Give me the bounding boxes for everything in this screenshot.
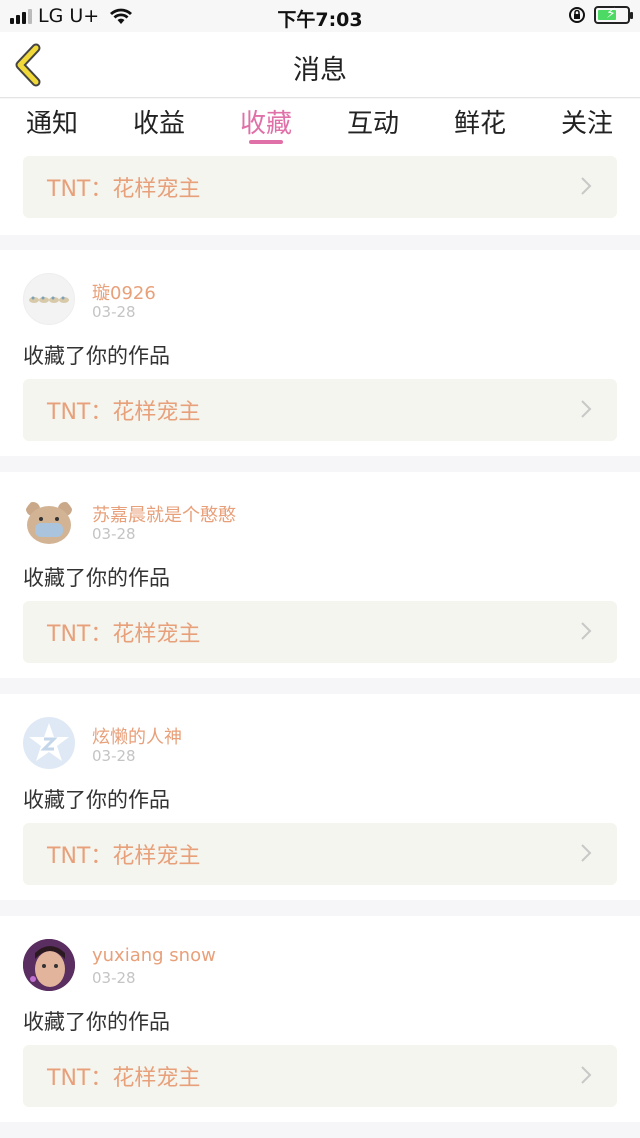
tab-follows[interactable]: 关注 bbox=[542, 103, 632, 140]
status-bar: LG U+ 下午7:03 ⚡ bbox=[0, 0, 640, 32]
username[interactable]: 璇0926 bbox=[92, 279, 156, 305]
work-link[interactable]: TNT：花样宠主 bbox=[23, 156, 617, 218]
date: 03-28 bbox=[92, 969, 136, 987]
work-title: TNT：花样宠主 bbox=[47, 1066, 201, 1091]
work-link[interactable]: TNT：花样宠主 bbox=[23, 601, 617, 663]
rotation-lock-icon bbox=[569, 7, 585, 23]
chevron-right-icon bbox=[581, 400, 592, 418]
list-item: yuxiang snow 03-28 收藏了你的作品 TNT：花样宠主 bbox=[0, 916, 640, 1122]
action-text: 收藏了你的作品 bbox=[23, 788, 170, 812]
page-title: 消息 bbox=[293, 55, 347, 86]
avatar[interactable] bbox=[23, 717, 75, 769]
chevron-right-icon bbox=[581, 1066, 592, 1084]
tab-interactions[interactable]: 互动 bbox=[328, 103, 418, 140]
tab-favorites[interactable]: 收藏 bbox=[221, 103, 311, 140]
avatar[interactable] bbox=[23, 273, 75, 325]
work-link[interactable]: TNT：花样宠主 bbox=[23, 379, 617, 441]
list-item: 苏嘉晨就是个憨憨 03-28 收藏了你的作品 TNT：花样宠主 bbox=[0, 472, 640, 678]
favorites-list: TNT：花样宠主 璇0926 03-28 收藏了你的作品 TNT：花样宠主 苏嘉… bbox=[0, 153, 640, 1138]
chevron-right-icon bbox=[581, 177, 592, 195]
nav-bar: 消息 bbox=[0, 32, 640, 98]
date: 03-28 bbox=[92, 747, 136, 765]
action-text: 收藏了你的作品 bbox=[23, 1010, 170, 1034]
battery-icon: ⚡ bbox=[594, 6, 633, 24]
tab-bar: 通知 收益 收藏 互动 鲜花 关注 bbox=[0, 99, 640, 153]
avatar[interactable] bbox=[23, 939, 75, 991]
action-text: 收藏了你的作品 bbox=[23, 344, 170, 368]
tab-flowers[interactable]: 鲜花 bbox=[435, 103, 525, 140]
work-link[interactable]: TNT：花样宠主 bbox=[23, 823, 617, 885]
list-item: 炫懒的人神 03-28 收藏了你的作品 TNT：花样宠主 bbox=[0, 694, 640, 900]
active-tab-indicator bbox=[249, 140, 283, 144]
username[interactable]: 炫懒的人神 bbox=[92, 723, 182, 749]
date: 03-28 bbox=[92, 303, 136, 321]
clock: 下午7:03 bbox=[277, 9, 363, 31]
work-title: TNT：花样宠主 bbox=[47, 400, 201, 425]
avatar[interactable] bbox=[23, 495, 75, 547]
tab-earnings[interactable]: 收益 bbox=[114, 103, 204, 140]
list-item: 璇0926 03-28 收藏了你的作品 TNT：花样宠主 bbox=[0, 250, 640, 456]
work-title: TNT：花样宠主 bbox=[47, 844, 201, 869]
tab-notifications[interactable]: 通知 bbox=[7, 103, 97, 140]
chevron-right-icon bbox=[581, 844, 592, 862]
work-title: TNT：花样宠主 bbox=[47, 622, 201, 647]
date: 03-28 bbox=[92, 525, 136, 543]
list-item: TNT：花样宠主 bbox=[0, 153, 640, 235]
username[interactable]: 苏嘉晨就是个憨憨 bbox=[92, 501, 236, 527]
action-text: 收藏了你的作品 bbox=[23, 566, 170, 590]
username[interactable]: yuxiang snow bbox=[92, 945, 216, 966]
chevron-right-icon bbox=[581, 622, 592, 640]
work-link[interactable]: TNT：花样宠主 bbox=[23, 1045, 617, 1107]
work-title: TNT：花样宠主 bbox=[47, 177, 201, 202]
